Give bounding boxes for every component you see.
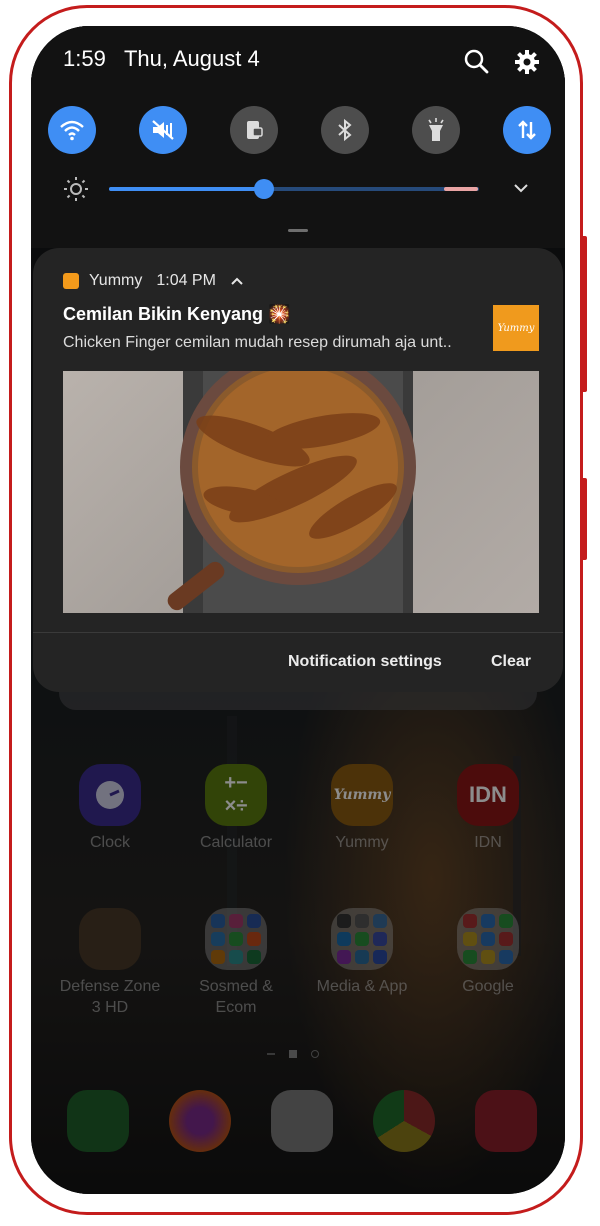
mobile-data-toggle[interactable] bbox=[503, 106, 551, 154]
rotation-toggle[interactable] bbox=[230, 106, 278, 154]
panel-drag-handle[interactable] bbox=[288, 229, 308, 232]
notification-text: Chicken Finger cemilan mudah resep dirum… bbox=[63, 334, 452, 351]
flashlight-icon bbox=[428, 118, 444, 141]
wifi-toggle[interactable] bbox=[48, 106, 96, 154]
expand-panel-button[interactable] bbox=[511, 180, 531, 196]
bluetooth-icon bbox=[338, 118, 352, 142]
date-text: Thu, August 4 bbox=[123, 46, 260, 71]
data-transfer-icon bbox=[518, 120, 536, 140]
flashlight-toggle[interactable] bbox=[412, 106, 460, 154]
notification-settings-button[interactable]: Notification settings bbox=[288, 653, 442, 671]
gear-icon bbox=[515, 50, 539, 74]
notification-thumbnail: Yummy bbox=[493, 305, 539, 351]
notification-image bbox=[63, 371, 539, 613]
wifi-icon bbox=[60, 120, 84, 141]
brightness-fill bbox=[109, 187, 265, 191]
chevron-down-icon bbox=[514, 184, 528, 193]
rotation-lock-icon bbox=[247, 121, 263, 139]
screen: Clock +− ×÷ Calculator Yummy Yummy IDN ID… bbox=[31, 26, 565, 1194]
search-button[interactable] bbox=[463, 48, 491, 76]
brightness-high-zone bbox=[444, 187, 478, 191]
yummy-app-icon bbox=[63, 273, 79, 289]
status-bar: 1:59 Thu, August 4 bbox=[63, 46, 260, 72]
app-name: Yummy bbox=[89, 272, 143, 289]
brightness-slider[interactable] bbox=[109, 187, 479, 191]
notification-header: Yummy 1:04 PM bbox=[63, 272, 244, 290]
sound-toggle[interactable] bbox=[139, 106, 187, 154]
brightness-icon bbox=[63, 176, 89, 202]
bluetooth-toggle[interactable] bbox=[321, 106, 369, 154]
settings-button[interactable] bbox=[513, 48, 541, 76]
notification-title: Cemilan Bikin Kenyang 🎇 bbox=[63, 304, 291, 324]
clock-time: 1:59 bbox=[63, 46, 106, 71]
clear-button[interactable]: Clear bbox=[491, 653, 531, 671]
power-button bbox=[581, 478, 587, 560]
notification-time: 1:04 PM bbox=[156, 272, 216, 289]
vibrate-mute-icon bbox=[152, 120, 174, 140]
volume-button bbox=[581, 236, 587, 392]
search-icon bbox=[464, 49, 489, 74]
notification-divider bbox=[33, 632, 563, 633]
notification-card[interactable]: Yummy 1:04 PM Cemilan Bikin Kenyang 🎇 Ch… bbox=[33, 248, 563, 692]
collapse-chevron-icon[interactable] bbox=[230, 276, 244, 286]
